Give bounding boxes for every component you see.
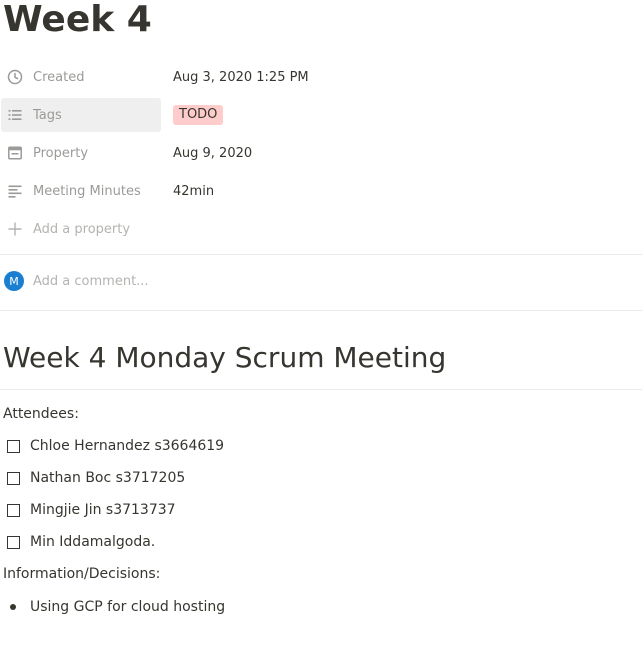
- property-row-property: Property Aug 9, 2020: [1, 136, 641, 170]
- divider: [0, 254, 642, 255]
- todo-item: Nathan Boc s3717205: [7, 467, 185, 489]
- todo-item: Chloe Hernandez s3664619: [7, 435, 224, 457]
- checkbox[interactable]: [7, 439, 20, 453]
- avatar: M: [4, 271, 24, 291]
- todo-label[interactable]: Min Iddamalgoda.: [30, 534, 155, 550]
- calendar-icon: [7, 145, 23, 161]
- property-row-meeting-minutes: Meeting Minutes 42min: [1, 174, 641, 208]
- property-value-date[interactable]: Aug 9, 2020: [173, 136, 252, 170]
- comment-bar[interactable]: M Add a comment...: [4, 270, 149, 292]
- checkbox[interactable]: [7, 535, 20, 549]
- attendees-label[interactable]: Attendees:: [3, 403, 79, 425]
- clock-icon: [7, 69, 23, 85]
- add-property-button[interactable]: Add a property: [1, 212, 161, 246]
- todo-label[interactable]: Chloe Hernandez s3664619: [30, 438, 224, 454]
- checkbox[interactable]: [7, 503, 20, 517]
- bullet-icon: [10, 604, 16, 610]
- add-property-row: Add a property: [1, 212, 641, 246]
- text-lines-icon: [7, 183, 23, 199]
- checkbox[interactable]: [7, 471, 20, 485]
- divider: [0, 310, 642, 311]
- todo-item: Min Iddamalgoda.: [7, 531, 155, 553]
- list-item: Using GCP for cloud hosting: [10, 596, 225, 618]
- plus-icon: [7, 221, 23, 237]
- property-value-tags[interactable]: TODO: [173, 98, 224, 132]
- property-value-meeting-minutes[interactable]: 42min: [173, 174, 214, 208]
- property-label: Meeting Minutes: [33, 183, 141, 199]
- property-label: Tags: [33, 107, 62, 123]
- property-name-property[interactable]: Property: [1, 136, 161, 170]
- comment-input[interactable]: Add a comment...: [33, 274, 149, 289]
- property-label: Property: [33, 145, 89, 161]
- property-name-meeting-minutes[interactable]: Meeting Minutes: [1, 174, 161, 208]
- todo-label[interactable]: Nathan Boc s3717205: [30, 470, 185, 486]
- property-row-created: Created Aug 3, 2020 1:25 PM: [1, 60, 641, 94]
- information-label[interactable]: Information/Decisions:: [3, 563, 160, 585]
- property-row-tags: Tags TODO: [1, 98, 641, 132]
- bullet-text[interactable]: Using GCP for cloud hosting: [30, 599, 225, 615]
- todo-item: Mingjie Jin s3713737: [7, 499, 176, 521]
- page-title[interactable]: Week 4: [3, 0, 152, 42]
- divider: [0, 389, 642, 390]
- property-label: Created: [33, 69, 85, 85]
- property-value-created: Aug 3, 2020 1:25 PM: [173, 69, 309, 85]
- property-name-tags[interactable]: Tags: [1, 98, 161, 132]
- tag-todo[interactable]: TODO: [173, 105, 224, 125]
- section-heading[interactable]: Week 4 Monday Scrum Meeting: [3, 338, 446, 378]
- add-property-label: Add a property: [33, 221, 131, 237]
- todo-label[interactable]: Mingjie Jin s3713737: [30, 502, 176, 518]
- list-icon: [7, 107, 23, 123]
- property-name-created[interactable]: Created: [1, 60, 161, 94]
